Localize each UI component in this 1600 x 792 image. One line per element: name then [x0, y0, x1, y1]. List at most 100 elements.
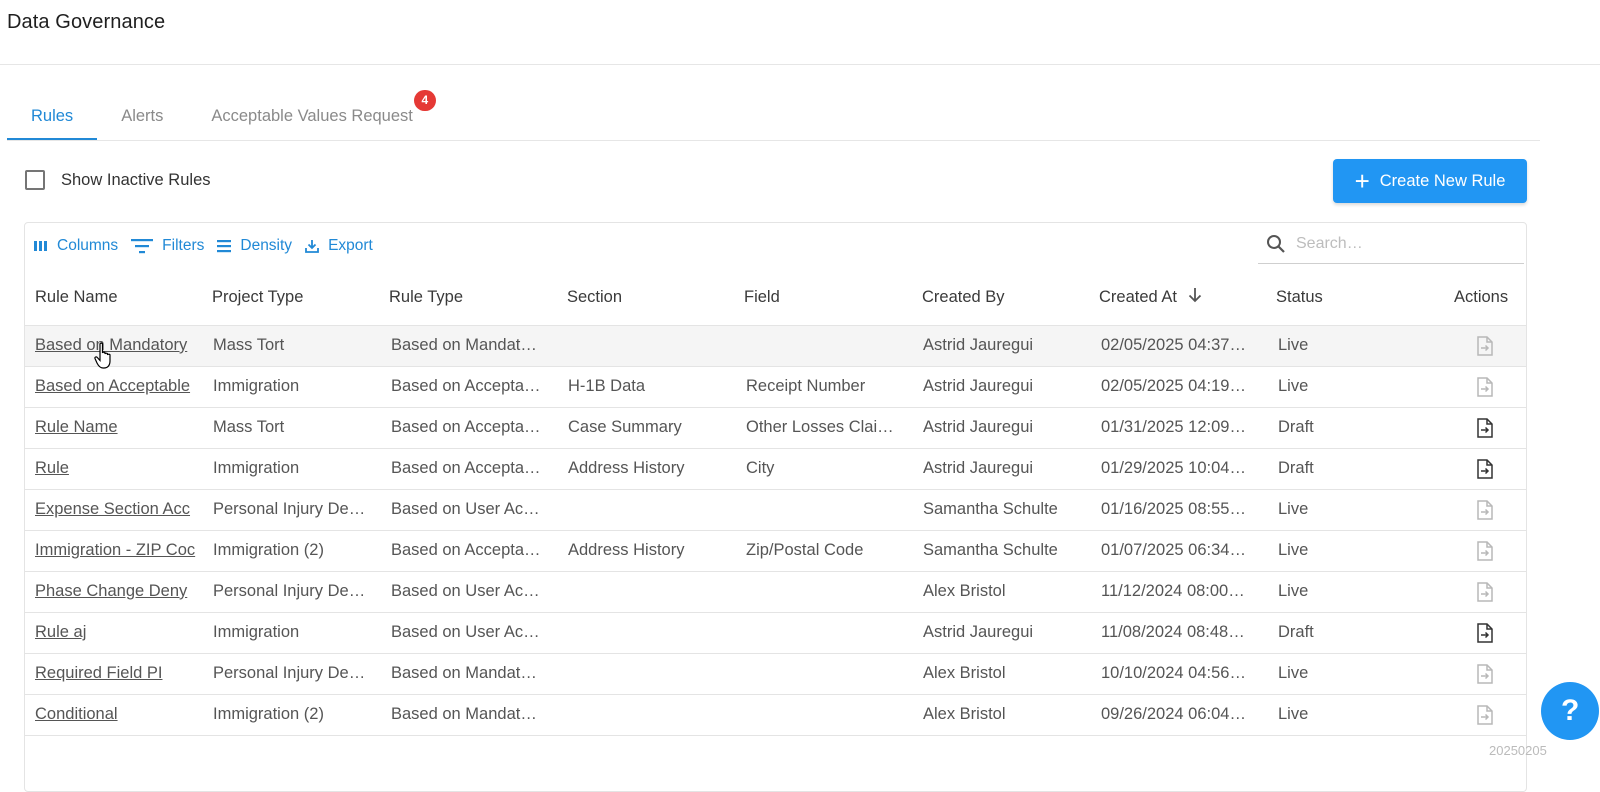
show-inactive-label: Show Inactive Rules — [61, 170, 211, 189]
cell-status: Draft — [1278, 623, 1314, 641]
density-button[interactable]: Density — [216, 237, 292, 255]
cell-created-at: 09/26/2024 06:04… — [1101, 705, 1246, 723]
column-header-project-type[interactable]: Project Type — [212, 275, 303, 325]
cell-rule-name[interactable]: Conditional — [35, 695, 203, 735]
cell-created-by: Astrid Jauregui — [923, 336, 1034, 354]
filter-icon — [131, 239, 154, 254]
cell-section — [568, 613, 736, 653]
tabs-divider — [7, 140, 1540, 141]
cell-status: Live — [1278, 500, 1309, 518]
cell-created-at: 10/10/2024 04:56… — [1101, 664, 1246, 682]
publish-rule-icon[interactable] — [1476, 623, 1494, 643]
table-header: Rule Name Project Type Rule Type Section… — [25, 275, 1526, 326]
cell-rule-name[interactable]: Immigration - ZIP Coc — [35, 531, 203, 571]
cell-rule-type: Based on Accepta… — [391, 377, 541, 395]
cell-project-type: Mass Tort — [213, 418, 285, 436]
cell-project-type: Personal Injury De… — [213, 664, 366, 682]
publish-rule-icon[interactable] — [1476, 582, 1494, 602]
table-row[interactable]: Phase Change Deny Personal Injury De… Base… — [25, 572, 1526, 613]
show-inactive-checkbox[interactable] — [25, 170, 45, 190]
export-button[interactable]: Export — [304, 237, 373, 255]
columns-button[interactable]: Columns — [33, 237, 118, 255]
cell-created-by: Samantha Schulte — [923, 541, 1058, 559]
cell-status: Live — [1278, 664, 1309, 682]
cell-created-by: Alex Bristol — [923, 705, 1006, 723]
cell-section — [568, 490, 736, 530]
publish-rule-icon[interactable] — [1476, 500, 1494, 520]
table-row[interactable]: Rule Immigration Based on Accepta… Address … — [25, 449, 1526, 490]
cell-rule-name[interactable]: Based on Acceptable — [35, 367, 203, 407]
columns-label: Columns — [57, 237, 119, 254]
cell-rule-type: Based on User Ac… — [391, 582, 540, 600]
columns-icon — [34, 241, 47, 251]
cell-created-by: Astrid Jauregui — [923, 418, 1034, 436]
column-header-created-at[interactable]: Created At — [1099, 275, 1202, 325]
cell-project-type: Immigration — [213, 623, 300, 641]
table-row[interactable]: Based on Acceptable Immigration Based on A… — [25, 367, 1526, 408]
cell-section — [568, 326, 736, 366]
cell-rule-type: Based on Accepta… — [391, 459, 541, 477]
cell-rule-name[interactable]: Rule — [35, 449, 203, 489]
cell-created-at: 01/07/2025 06:34… — [1101, 541, 1246, 559]
cell-field — [746, 695, 914, 735]
publish-rule-icon[interactable] — [1476, 459, 1494, 479]
cell-section: Case Summary — [568, 418, 682, 436]
cell-rule-name[interactable]: Required Field PI — [35, 654, 203, 694]
cell-rule-name[interactable]: Rule aj — [35, 613, 203, 653]
tab-rules[interactable]: Rules — [7, 96, 98, 140]
notification-badge: 4 — [413, 90, 436, 111]
create-new-rule-button[interactable]: + Create New Rule — [1333, 159, 1527, 203]
cell-project-type: Personal Injury De… — [213, 582, 366, 600]
table-row[interactable]: Required Field PI Personal Injury De… Base… — [25, 654, 1526, 695]
cell-section — [568, 695, 736, 735]
column-header-section[interactable]: Section — [567, 275, 622, 325]
grid-toolbar: Columns Filters Density Export — [33, 237, 385, 255]
cell-section — [568, 572, 736, 612]
cell-rule-name[interactable]: Rule Name — [35, 408, 203, 448]
cell-section: H-1B Data — [568, 377, 646, 395]
publish-rule-icon[interactable] — [1476, 664, 1494, 684]
publish-rule-icon[interactable] — [1476, 705, 1494, 725]
filters-button[interactable]: Filters — [130, 237, 204, 255]
tab-alerts[interactable]: Alerts — [97, 96, 187, 140]
column-header-rule-name[interactable]: Rule Name — [35, 275, 118, 325]
cell-rule-name[interactable]: Expense Section Acc — [35, 490, 203, 530]
tab-label: Rules — [31, 107, 74, 125]
publish-rule-icon[interactable] — [1476, 418, 1494, 438]
cell-section: Address History — [568, 459, 685, 477]
sort-descending-icon[interactable] — [1188, 276, 1202, 320]
cell-rule-name[interactable]: Based on Mandatory — [35, 326, 203, 366]
cell-created-at: 02/05/2025 04:19… — [1101, 377, 1246, 395]
cell-created-by: Alex Bristol — [923, 582, 1006, 600]
cell-rule-type: Based on Mandat… — [391, 664, 537, 682]
cell-project-type: Immigration — [213, 459, 300, 477]
tab-acceptable-values-request[interactable]: Acceptable Values Request 4 — [187, 90, 437, 140]
cell-rule-type: Based on Accepta… — [391, 418, 541, 436]
table-row[interactable]: Based on Mandatory Mass Tort Based on Mand… — [25, 326, 1526, 367]
cell-created-by: Samantha Schulte — [923, 500, 1058, 518]
table-body: Based on Mandatory Mass Tort Based on Mand… — [25, 326, 1526, 736]
tab-bar: Rules Alerts Acceptable Values Request 4 — [7, 90, 437, 140]
column-header-status[interactable]: Status — [1276, 275, 1323, 325]
rules-data-grid: Columns Filters Density Export Rule Name… — [24, 222, 1527, 792]
table-row[interactable]: Rule Name Mass Tort Based on Accepta… Case … — [25, 408, 1526, 449]
help-button[interactable]: ? — [1541, 682, 1599, 740]
cell-rule-type: Based on Accepta… — [391, 541, 541, 559]
column-header-rule-type[interactable]: Rule Type — [389, 275, 463, 325]
table-row[interactable]: Rule aj Immigration Based on User Ac… Astri… — [25, 613, 1526, 654]
cell-field: Other Losses Clai… — [746, 418, 894, 436]
publish-rule-icon[interactable] — [1476, 377, 1494, 397]
publish-rule-icon[interactable] — [1476, 336, 1494, 356]
show-inactive-toggle[interactable]: Show Inactive Rules — [25, 170, 211, 190]
column-header-created-by[interactable]: Created By — [922, 275, 1005, 325]
watermark-text: 20250205 — [1489, 743, 1547, 758]
table-row[interactable]: Expense Section Acc Personal Injury De… Ba… — [25, 490, 1526, 531]
search-input[interactable] — [1294, 234, 1518, 254]
table-row[interactable]: Immigration - ZIP Coc Immigration (2) Base… — [25, 531, 1526, 572]
publish-rule-icon[interactable] — [1476, 541, 1494, 561]
cell-created-at: 11/08/2024 08:48… — [1101, 623, 1245, 641]
cell-section: Address History — [568, 541, 685, 559]
column-header-field[interactable]: Field — [744, 275, 780, 325]
cell-rule-name[interactable]: Phase Change Deny — [35, 572, 203, 612]
table-row[interactable]: Conditional Immigration (2) Based on Manda… — [25, 695, 1526, 736]
